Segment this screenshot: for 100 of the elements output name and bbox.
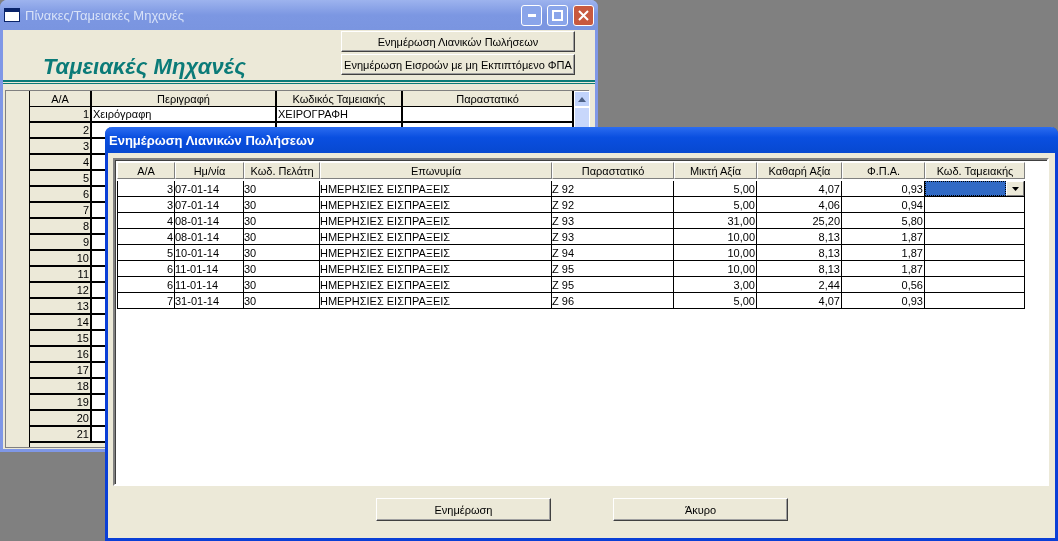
table-cell: 3	[117, 181, 175, 197]
table-cell: Ζ 92	[552, 197, 674, 213]
table-cell: 30	[244, 293, 320, 309]
table-cell: 4,07	[757, 293, 842, 309]
table-cell: 5,00	[674, 293, 757, 309]
column-header[interactable]: Μικτή Αξία	[674, 162, 757, 179]
close-icon	[578, 9, 589, 21]
table-cell: Ζ 96	[552, 293, 674, 309]
table-cell: 21	[30, 427, 92, 443]
dropdown-field[interactable]	[925, 181, 1025, 197]
column-header[interactable]: Κωδικός Ταμειακής	[277, 91, 403, 107]
close-button[interactable]	[573, 4, 594, 26]
column-header[interactable]: Επωνυμία	[320, 162, 552, 179]
table-cell: 6	[117, 261, 175, 277]
table-cell: ΗΜΕΡΗΣΙΕΣ ΕΙΣΠΡΑΞΕΙΣ	[320, 197, 552, 213]
table-cell: ΗΜΕΡΗΣΙΕΣ ΕΙΣΠΡΑΞΕΙΣ	[320, 181, 552, 197]
dialog-button[interactable]: Ενημέρωση	[376, 498, 551, 521]
dialog-button[interactable]: Άκυρο	[613, 498, 788, 521]
table-cell: Χειρόγραφη	[92, 107, 277, 123]
table-cell: 4	[30, 155, 92, 171]
table-cell: 20	[30, 411, 92, 427]
column-header[interactable]: Κωδ. Πελάτη	[244, 162, 320, 179]
table-cell: 5,00	[674, 181, 757, 197]
table-cell: 6	[117, 277, 175, 293]
column-header[interactable]: Α/Α	[30, 91, 92, 107]
table-cell: 30	[244, 197, 320, 213]
table-cell: Ζ 93	[552, 229, 674, 245]
table-cell: Ζ 93	[552, 213, 674, 229]
table-cell: 4,07	[757, 181, 842, 197]
table-cell: 17	[30, 363, 92, 379]
table-cell: 1,87	[842, 261, 925, 277]
table-cell: Ζ 95	[552, 277, 674, 293]
table-cell: 2	[30, 123, 92, 139]
table-cell: 1,87	[842, 245, 925, 261]
table-cell: 8	[30, 219, 92, 235]
table-cell: 11-01-14	[175, 261, 244, 277]
scroll-up-button[interactable]	[574, 91, 590, 107]
table-cell: 5	[30, 171, 92, 187]
table-cell: 30	[244, 181, 320, 197]
table-cell: 5	[117, 245, 175, 261]
window-title: Πίνακες/Ταμειακές Μηχανές	[25, 7, 185, 23]
column-header[interactable]: Φ.Π.Α.	[842, 162, 925, 179]
table-cell: ΗΜΕΡΗΣΙΕΣ ΕΙΣΠΡΑΞΕΙΣ	[320, 245, 552, 261]
table-cell: 4	[117, 213, 175, 229]
table-cell: 30	[244, 277, 320, 293]
table-cell: 10-01-14	[175, 245, 244, 261]
table-cell: 30	[244, 229, 320, 245]
dialog-title: Ενημέρωση Λιανικών Πωλήσεων	[109, 132, 316, 148]
scroll-thumb[interactable]	[574, 107, 590, 129]
table-cell: 11-01-14	[175, 277, 244, 293]
table-cell: 14	[30, 315, 92, 331]
table-cell: Ζ 94	[552, 245, 674, 261]
table-cell: 0,94	[842, 197, 925, 213]
table-cell: 30	[244, 245, 320, 261]
column-header[interactable]: Καθαρή Αξία	[757, 162, 842, 179]
table-cell: 6	[30, 187, 92, 203]
table-cell: Ζ 95	[552, 261, 674, 277]
maximize-icon	[552, 9, 563, 21]
table-cell: Ζ 92	[552, 181, 674, 197]
column-header[interactable]: Ημ/νία	[175, 162, 244, 179]
table-cell: 5,80	[842, 213, 925, 229]
table-cell: 25,20	[757, 213, 842, 229]
table-cell: 07-01-14	[175, 181, 244, 197]
table-cell: 8,13	[757, 229, 842, 245]
table-cell: 0,93	[842, 293, 925, 309]
table-cell: 11	[30, 267, 92, 283]
table-cell: 3,00	[674, 277, 757, 293]
table-cell: 31-01-14	[175, 293, 244, 309]
column-header[interactable]: Α/Α	[117, 162, 175, 179]
table-cell: 18	[30, 379, 92, 395]
table-cell: ΗΜΕΡΗΣΙΕΣ ΕΙΣΠΡΑΞΕΙΣ	[320, 213, 552, 229]
table-cell: 7	[117, 293, 175, 309]
table-cell: 9	[30, 235, 92, 251]
table-cell: 10,00	[674, 245, 757, 261]
table-cell: 07-01-14	[175, 197, 244, 213]
table-cell: 4	[117, 229, 175, 245]
table-cell: ΗΜΕΡΗΣΙΕΣ ΕΙΣΠΡΑΞΕΙΣ	[320, 293, 552, 309]
table-cell: 10,00	[674, 261, 757, 277]
table-cell: 7	[30, 203, 92, 219]
column-header[interactable]: Περιγραφή	[92, 91, 277, 107]
column-header[interactable]: Κωδ. Ταμειακής	[925, 162, 1025, 179]
table-cell: 3	[30, 139, 92, 155]
up-arrow-icon	[578, 96, 586, 102]
table-cell: 30	[244, 261, 320, 277]
column-header[interactable]: Παραστατικό	[552, 162, 674, 179]
table-cell: 5,00	[674, 197, 757, 213]
table-cell: 8,13	[757, 245, 842, 261]
table-cell: 0,56	[842, 277, 925, 293]
table-cell: 4,06	[757, 197, 842, 213]
column-header[interactable]: Παραστατικό	[403, 91, 574, 107]
table-cell: 08-01-14	[175, 213, 244, 229]
table-cell: ΧΕΙΡΟΓΡΑΦΗ	[277, 107, 403, 123]
table-cell: 1,87	[842, 229, 925, 245]
table-cell: 15	[30, 331, 92, 347]
form-heading: Ταμειακές Μηχανές	[43, 54, 246, 80]
action-button[interactable]: Ενημέρωση Λιανικών Πωλήσεων	[341, 31, 575, 52]
table-cell: 2,44	[757, 277, 842, 293]
table-cell: 3	[117, 197, 175, 213]
action-button[interactable]: Ενημέρωση Εισροών με μη Εκπιπτόμενο ΦΠΑ	[341, 54, 575, 75]
table-cell: 08-01-14	[175, 229, 244, 245]
